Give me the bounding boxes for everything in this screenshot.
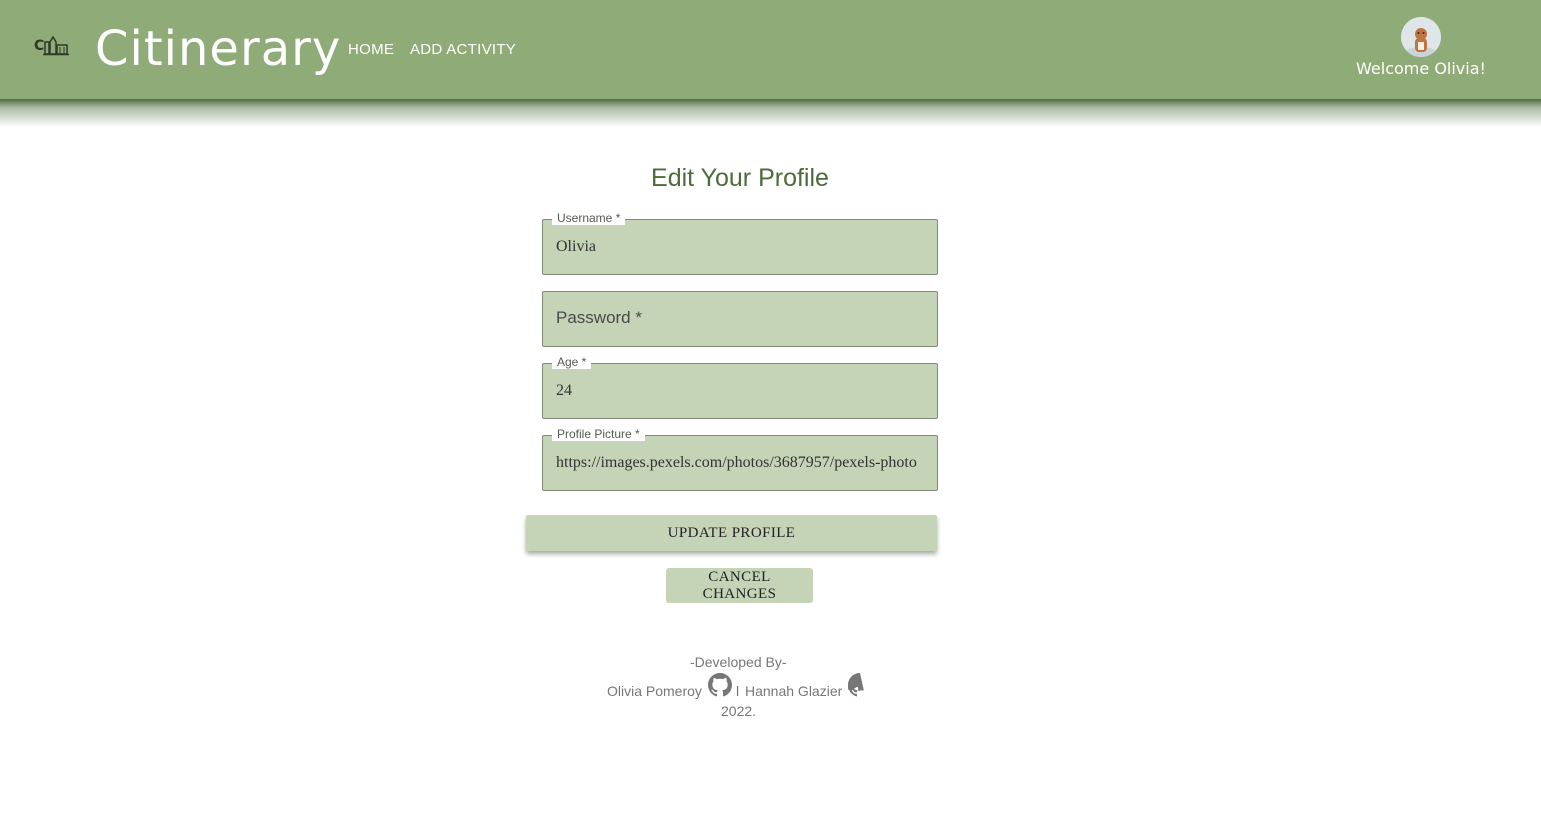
password-field[interactable]: Password * bbox=[542, 291, 938, 347]
age-field[interactable]: Age * 24 bbox=[542, 355, 938, 419]
profile-picture-value[interactable]: https://images.pexels.com/photos/3687957… bbox=[556, 453, 928, 473]
cancel-changes-button[interactable]: CANCEL CHANGES bbox=[666, 568, 813, 603]
avatar-image bbox=[1401, 17, 1441, 57]
username-value[interactable]: Olivia bbox=[556, 237, 928, 257]
github-icon[interactable] bbox=[708, 673, 732, 697]
brand-title[interactable]: Citinerary bbox=[95, 20, 341, 78]
footer-separator: l bbox=[736, 683, 740, 699]
page-title: Edit Your Profile bbox=[651, 164, 829, 192]
password-label: Password * bbox=[556, 308, 642, 327]
developer-2-name: Hannah Glazier bbox=[745, 683, 843, 699]
header-shadow bbox=[0, 99, 1541, 127]
username-label: Username * bbox=[552, 211, 626, 225]
city-logo-icon[interactable]: C bbox=[33, 33, 71, 59]
username-field[interactable]: Username * Olivia bbox=[542, 211, 938, 275]
profile-picture-field[interactable]: Profile Picture * https://images.pexels.… bbox=[542, 427, 938, 491]
developer-1-name: Olivia Pomeroy bbox=[607, 683, 702, 699]
header: C Citinerary HOME ADD ACTIVITY Welcome O… bbox=[0, 0, 1541, 99]
footer-year: 2022. bbox=[721, 703, 757, 719]
svg-text:C: C bbox=[34, 38, 44, 54]
age-value[interactable]: 24 bbox=[556, 381, 928, 401]
avatar[interactable] bbox=[1401, 17, 1441, 57]
nav-add-activity[interactable]: ADD ACTIVITY bbox=[410, 41, 516, 59]
welcome-message: Welcome Olivia! bbox=[1356, 59, 1486, 78]
nav-home[interactable]: HOME bbox=[348, 41, 394, 59]
github-icon[interactable] bbox=[848, 673, 872, 697]
update-profile-button[interactable]: UPDATE PROFILE bbox=[526, 515, 937, 551]
profile-picture-label: Profile Picture * bbox=[552, 427, 645, 441]
age-label: Age * bbox=[552, 355, 592, 369]
developed-by-text: -Developed By- bbox=[690, 654, 787, 670]
